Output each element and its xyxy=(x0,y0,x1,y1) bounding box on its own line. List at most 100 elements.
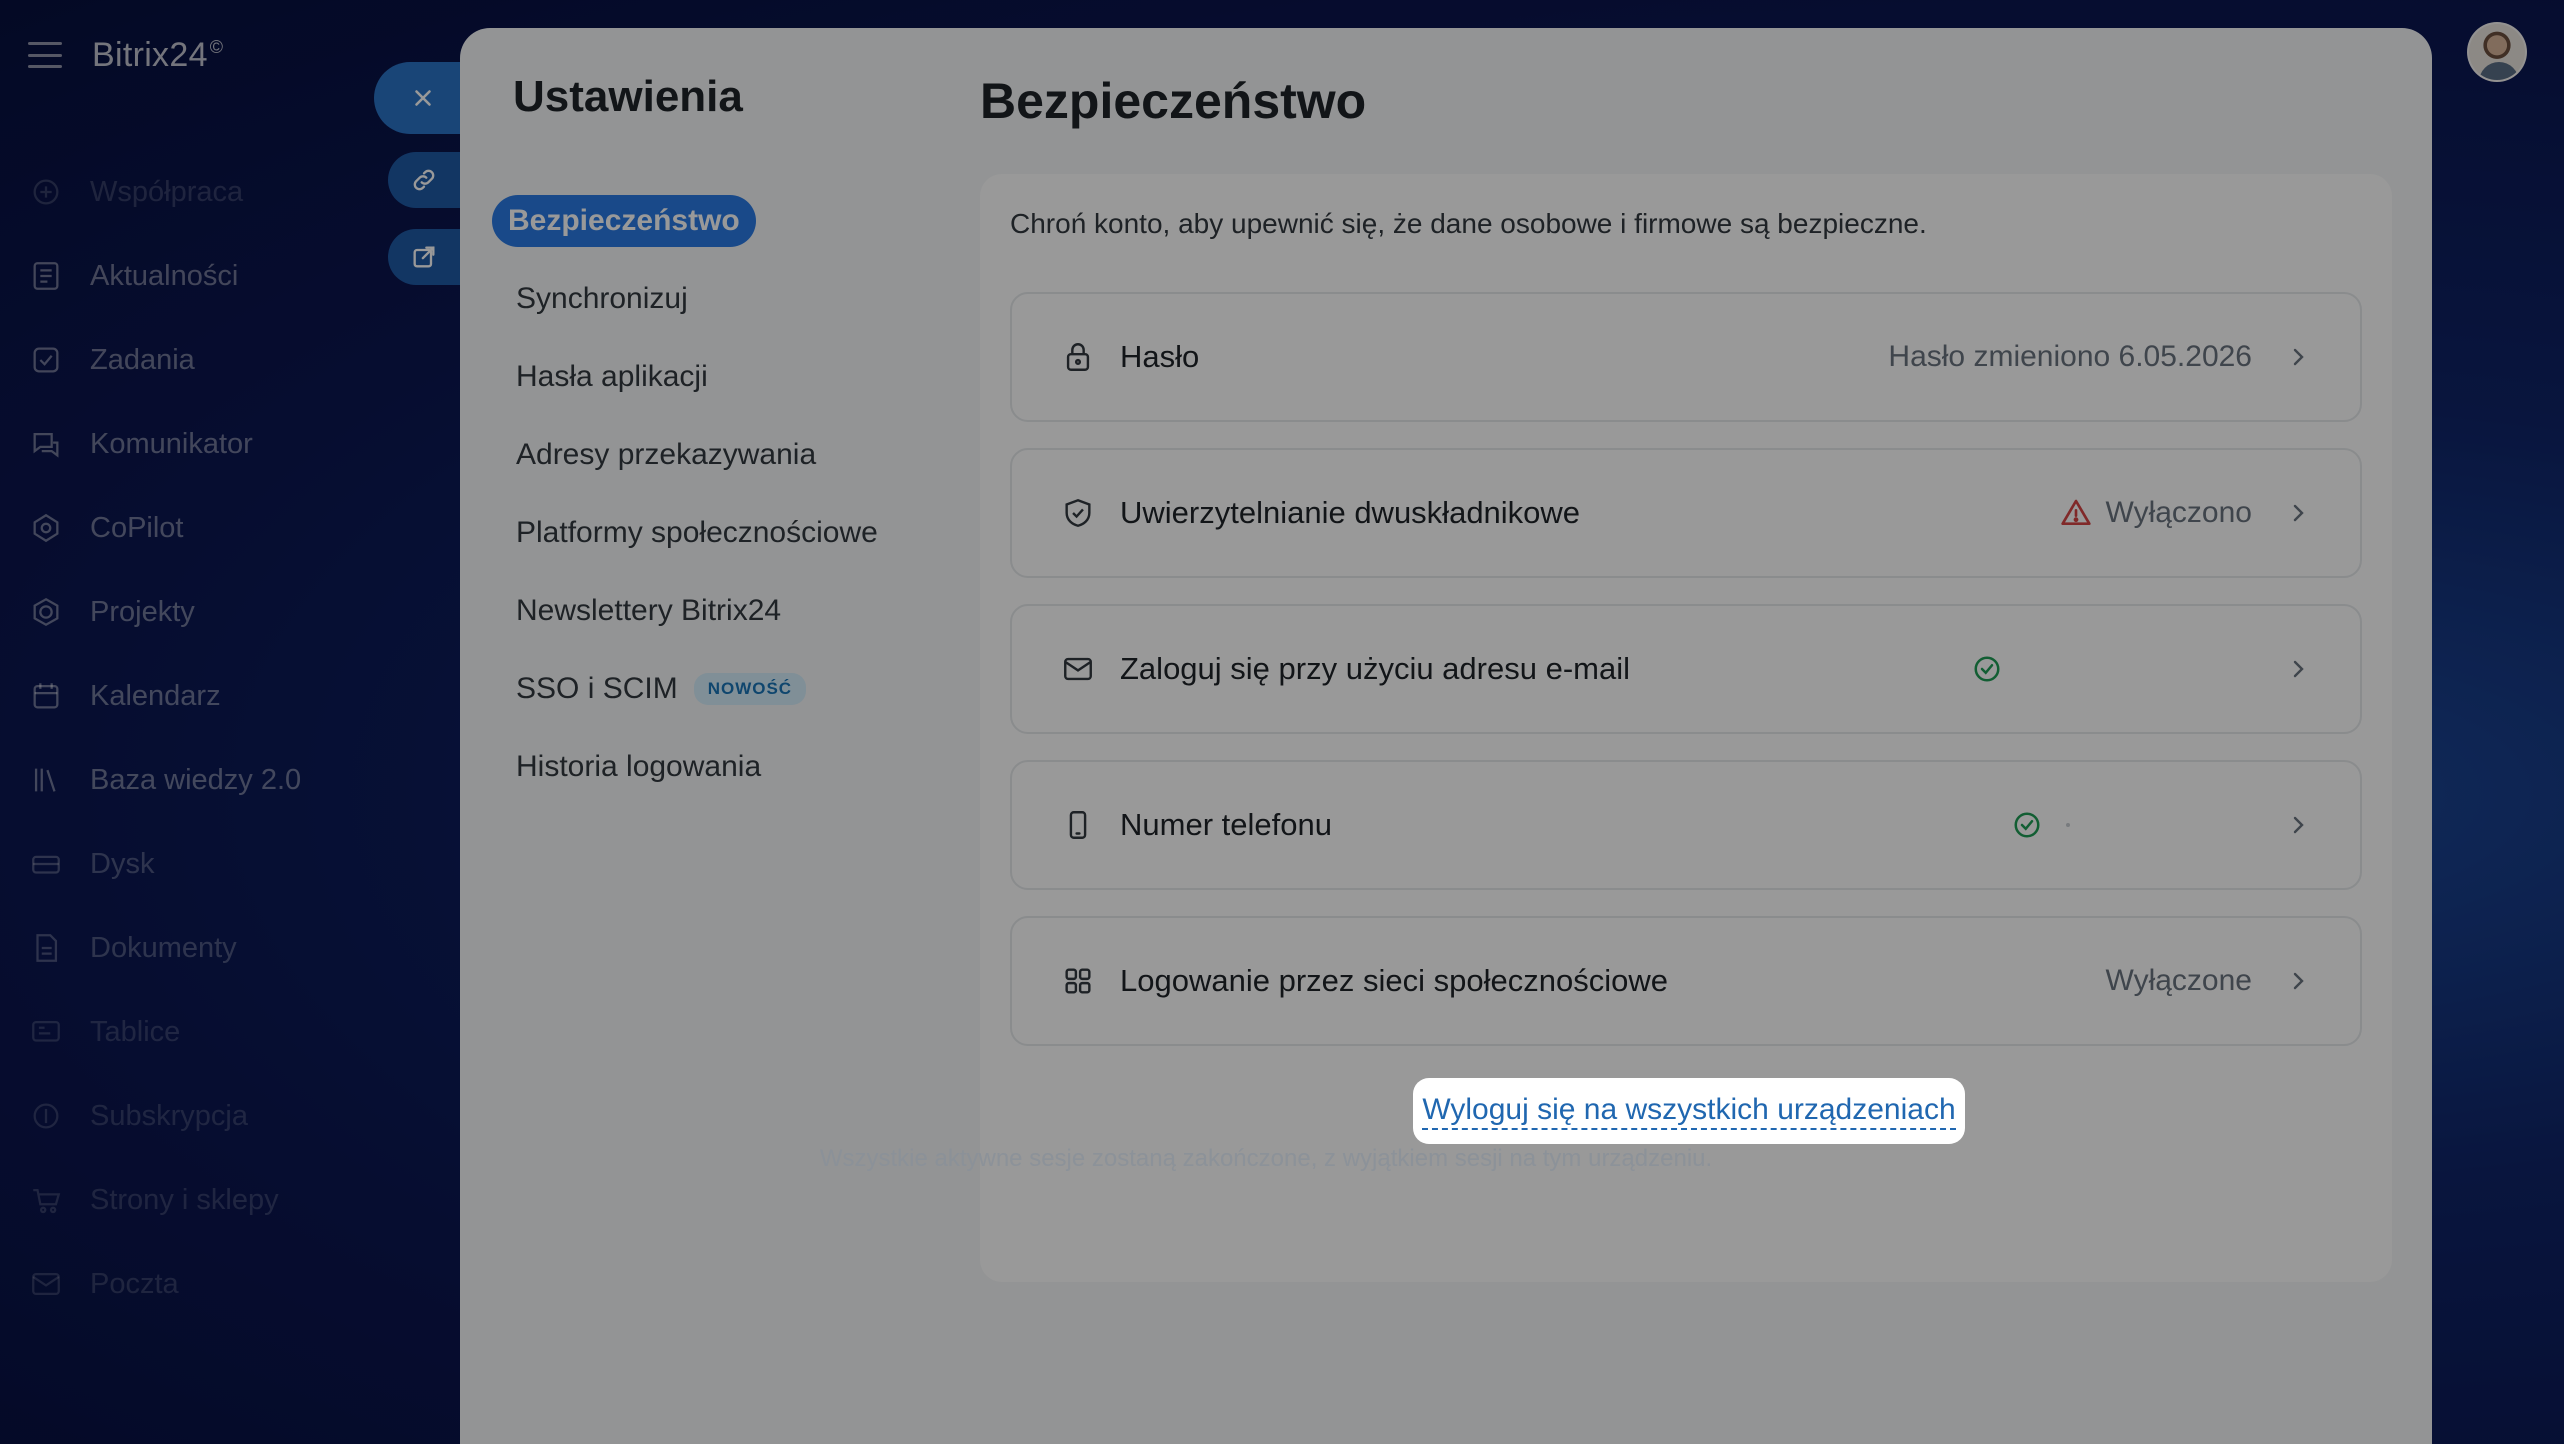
nav-label: Dokumenty xyxy=(90,931,237,964)
avatar[interactable] xyxy=(2467,22,2527,82)
nav-item-subscription[interactable]: Subskrypcja xyxy=(0,1074,460,1158)
nav-item-messenger[interactable]: Komunikator xyxy=(0,402,460,486)
menu-item-label: Historia logowania xyxy=(516,750,762,783)
nav-label: CoPilot xyxy=(90,511,184,544)
messenger-icon xyxy=(28,426,64,462)
nav-item-projects[interactable]: Projekty xyxy=(0,570,460,654)
row-label: Numer telefonu xyxy=(1120,807,1332,842)
security-intro: Chroń konto, aby upewnić się, że dane os… xyxy=(1010,208,1927,239)
password-row[interactable]: Hasło Hasło zmieniono 6.05.2026 xyxy=(1010,292,2362,422)
nav-item-knowledge-base[interactable]: Baza wiedzy 2.0 xyxy=(0,738,460,822)
social-login-row[interactable]: Logowanie przez sieci społecznościowe Wy… xyxy=(1010,916,2362,1046)
calendar-icon xyxy=(28,678,64,714)
grid-icon xyxy=(1060,963,1096,999)
nav-label: Współpraca xyxy=(90,175,244,208)
page-title: Bezpieczeństwo xyxy=(980,73,1367,129)
menu-item-login-history[interactable]: Historia logowania xyxy=(492,728,878,806)
social-login-status: Wyłączone xyxy=(2105,964,2252,997)
app-logo[interactable]: Bitrix24 © xyxy=(92,36,223,75)
nav-label: Projekty xyxy=(90,595,195,628)
nav-item-boards[interactable]: Tablice xyxy=(0,990,460,1074)
mail-icon xyxy=(1060,651,1096,687)
tasks-icon xyxy=(28,342,64,378)
nav-label: Strony i sklepy xyxy=(90,1183,279,1216)
news-icon xyxy=(28,258,64,294)
nav-label: Baza wiedzy 2.0 xyxy=(90,763,302,796)
nav-label: Poczta xyxy=(90,1267,179,1300)
nav-label: Tablice xyxy=(90,1015,181,1048)
nav-label: Kalendarz xyxy=(90,679,221,712)
menu-item-label: Newslettery Bitrix24 xyxy=(516,594,782,627)
email-login-row[interactable]: Zaloguj się przy użyciu adresu e-mail xyxy=(1010,604,2362,734)
external-link-icon xyxy=(413,246,435,268)
menu-item-label: Adresy przekazywania xyxy=(516,438,817,471)
mail-icon xyxy=(28,1266,64,1302)
shield-icon xyxy=(1060,495,1096,531)
menu-item-sso-scim[interactable]: SSO i SCIM NOWOŚĆ xyxy=(492,650,878,728)
chevron-right-icon xyxy=(2293,348,2304,366)
phone-row[interactable]: Numer telefonu xyxy=(1010,760,2362,890)
menu-item-sync[interactable]: Synchronizuj xyxy=(492,260,878,338)
row-label: Zaloguj się przy użyciu adresu e-mail xyxy=(1120,651,1630,686)
two-factor-row[interactable]: Uwierzytelnianie dwuskładnikowe Wyłączon… xyxy=(1010,448,2362,578)
nav-item-tasks[interactable]: Zadania xyxy=(0,318,460,402)
menu-item-label: Platformy społecznościowe xyxy=(516,516,878,549)
masked-value-dot xyxy=(2066,823,2070,827)
nav-label: Zadania xyxy=(90,343,195,376)
menu-item-label: SSO i SCIM xyxy=(516,672,678,705)
subscription-icon xyxy=(28,1098,64,1134)
menu-item-social-platforms[interactable]: Platformy społecznościowe xyxy=(492,494,878,572)
row-label: Hasło xyxy=(1120,339,1200,374)
menu-item-forwarding-addresses[interactable]: Adresy przekazywania xyxy=(492,416,878,494)
copy-link-button[interactable] xyxy=(388,152,468,208)
phone-status xyxy=(2012,810,2070,840)
menu-item-newsletters[interactable]: Newslettery Bitrix24 xyxy=(492,572,878,650)
nav-item-copilot[interactable]: CoPilot xyxy=(0,486,460,570)
settings-menu: Bezpieczeństwo Synchronizuj Hasła aplika… xyxy=(492,182,878,806)
menu-item-app-passwords[interactable]: Hasła aplikacji xyxy=(492,338,878,416)
two-factor-status-text: Wyłączono xyxy=(2105,496,2252,529)
menu-item-label: Bezpieczeństwo xyxy=(492,195,756,247)
warning-icon xyxy=(2060,499,2091,525)
nav-label: Dysk xyxy=(90,847,155,880)
link-icon xyxy=(413,169,435,191)
nav-label: Subskrypcja xyxy=(90,1099,248,1132)
left-nav: Współpraca Aktualności Zadania Komunikat… xyxy=(0,150,460,1326)
nav-item-calendar[interactable]: Kalendarz xyxy=(0,654,460,738)
nav-item-drive[interactable]: Dysk xyxy=(0,822,460,906)
row-label: Uwierzytelnianie dwuskładnikowe xyxy=(1120,495,1581,530)
drive-icon xyxy=(28,846,64,882)
nav-item-mail[interactable]: Poczta xyxy=(0,1242,460,1326)
logout-all-devices-link[interactable]: Wyloguj się na wszystkich urządzeniach xyxy=(1422,1092,1956,1130)
settings-sidebar: Ustawienia Bezpieczeństwo Synchronizuj H… xyxy=(460,28,980,1444)
logout-all-devices-button[interactable]: Wyloguj się na wszystkich urządzeniach xyxy=(1413,1078,1965,1144)
check-circle-icon xyxy=(1974,656,2000,682)
phone-icon xyxy=(1060,807,1096,843)
knowledge-base-icon xyxy=(28,762,64,798)
row-label: Logowanie przez sieci społecznościowe xyxy=(1120,963,1668,998)
nav-item-shop[interactable]: Strony i sklepy xyxy=(0,1158,460,1242)
close-slider-button[interactable] xyxy=(374,62,474,134)
menu-item-security[interactable]: Bezpieczeństwo xyxy=(492,182,878,260)
chevron-right-icon xyxy=(2293,660,2304,678)
documents-icon xyxy=(28,930,64,966)
settings-modal: Ustawienia Bezpieczeństwo Synchronizuj H… xyxy=(460,28,2432,1444)
collaboration-icon xyxy=(28,174,64,210)
menu-item-label: Synchronizuj xyxy=(516,282,688,315)
copilot-icon xyxy=(28,510,64,546)
two-factor-status: Wyłączono xyxy=(2060,496,2252,530)
menu-item-label: Hasła aplikacji xyxy=(516,360,708,393)
chevron-right-icon xyxy=(2293,972,2304,990)
nav-item-documents[interactable]: Dokumenty xyxy=(0,906,460,990)
shop-icon xyxy=(28,1182,64,1218)
chevron-right-icon xyxy=(2293,816,2304,834)
boards-icon xyxy=(28,1014,64,1050)
menu-icon[interactable] xyxy=(28,42,62,68)
close-icon xyxy=(415,90,431,106)
check-circle-icon xyxy=(2014,812,2040,838)
open-new-window-button[interactable] xyxy=(388,229,468,285)
password-status: Hasło zmieniono 6.05.2026 xyxy=(1888,340,2252,373)
projects-icon xyxy=(28,594,64,630)
chevron-right-icon xyxy=(2293,504,2304,522)
lock-icon xyxy=(1060,339,1096,375)
